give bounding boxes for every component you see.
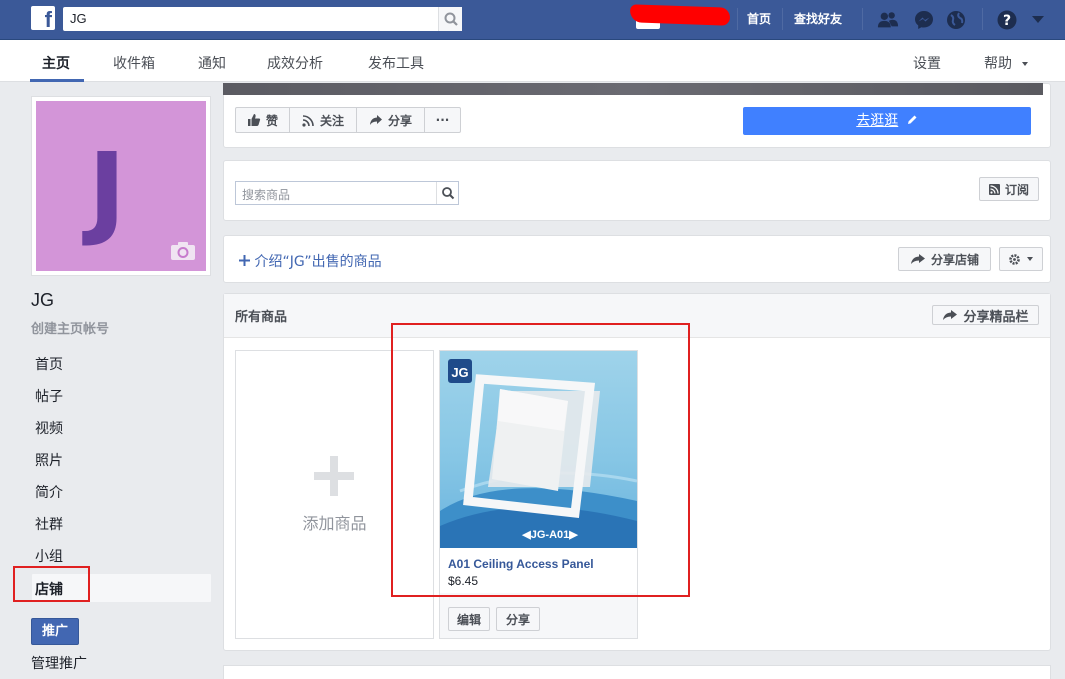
share-label: 分享 <box>387 113 412 128</box>
messenger-icon[interactable] <box>913 9 935 31</box>
shop-intro-link[interactable]: 介绍“JG”出售的商品 <box>239 251 382 271</box>
svg-text:?: ? <box>1003 13 1011 29</box>
visit-label: 去逛逛 <box>856 113 899 129</box>
follow-button[interactable]: 关注 <box>289 107 357 133</box>
gear-icon <box>1009 253 1020 265</box>
share-shop-button[interactable]: 分享店铺 <box>898 247 991 271</box>
search-icon <box>442 187 455 200</box>
tab-page[interactable]: 主页 <box>42 53 70 73</box>
subscribe-label: 订阅 <box>1004 182 1029 197</box>
facebook-logo[interactable]: f <box>31 6 55 30</box>
sidebar-item-community[interactable]: 社群 <box>35 514 63 534</box>
divider <box>862 8 863 30</box>
friend-requests-icon[interactable] <box>877 9 899 31</box>
camera-icon[interactable] <box>170 241 196 261</box>
active-tab-indicator <box>30 79 84 82</box>
subscribe-button[interactable]: 订阅 <box>979 177 1039 201</box>
search-button[interactable] <box>438 7 462 31</box>
divider <box>737 8 738 30</box>
all-products-title: 所有商品 <box>235 310 288 325</box>
more-options-button[interactable]: ··· <box>424 107 461 133</box>
next-card <box>223 665 1051 679</box>
help-label: 帮助 <box>984 56 1012 72</box>
sidebar-item-videos[interactable]: 视频 <box>35 418 63 438</box>
like-label: 赞 <box>265 113 278 128</box>
chevron-down-icon <box>1027 257 1033 261</box>
follow-label: 关注 <box>319 113 344 128</box>
rss-subscribe-icon <box>988 183 1000 195</box>
tab-publishing-tools[interactable]: 发布工具 <box>368 53 424 73</box>
manage-promotions-link[interactable]: 管理推广 <box>31 653 87 673</box>
tab-insights[interactable]: 成效分析 <box>267 53 323 73</box>
product-search-placeholder: 搜索商品 <box>242 188 291 202</box>
chevron-down-icon <box>1022 62 1029 66</box>
page-tabs-bar: 主页 收件箱 通知 成效分析 发布工具 设置 帮助 <box>0 40 1065 82</box>
edit-product-button[interactable]: 编辑 <box>448 607 490 631</box>
tab-notifications[interactable]: 通知 <box>198 53 226 73</box>
profile-picture[interactable]: J <box>31 96 211 276</box>
share-arrow-icon <box>910 254 925 264</box>
divider <box>982 8 983 30</box>
sidebar-item-about[interactable]: 简介 <box>35 482 63 502</box>
page-name[interactable]: JG <box>31 290 54 311</box>
pencil-icon <box>907 115 917 124</box>
annotation-highlight-box <box>391 323 690 597</box>
tab-help[interactable]: 帮助 <box>984 53 1029 73</box>
top-nav-home[interactable]: 首页 <box>747 10 771 27</box>
sidebar-item-groups[interactable]: 小组 <box>35 546 63 566</box>
plus-icon <box>314 456 354 496</box>
sidebar-item-photos[interactable]: 照片 <box>35 450 63 470</box>
notifications-globe-icon[interactable] <box>945 9 967 31</box>
shop-intro-label: 介绍“JG”出售的商品 <box>254 254 382 270</box>
share-arrow-icon <box>369 115 382 125</box>
search-icon <box>444 12 458 26</box>
sidebar-item-home[interactable]: 首页 <box>35 354 63 374</box>
visit-shop-button[interactable]: 去逛逛 <box>743 107 1031 135</box>
create-page-username-link[interactable]: 创建主页帐号 <box>31 318 109 337</box>
plus-icon <box>239 255 250 266</box>
share-shop-label: 分享店铺 <box>930 252 979 267</box>
cover-photo-strip <box>223 83 1043 95</box>
search-value: JG <box>70 11 87 26</box>
tab-settings[interactable]: 设置 <box>913 53 941 73</box>
promote-button[interactable]: 推广 <box>31 618 79 645</box>
shop-settings-button[interactable] <box>999 247 1043 271</box>
share-product-button[interactable]: 分享 <box>496 607 540 631</box>
rss-follow-icon <box>302 114 314 127</box>
like-button[interactable]: 赞 <box>235 107 290 133</box>
product-search-button[interactable] <box>436 182 458 204</box>
sidebar-item-posts[interactable]: 帖子 <box>35 386 63 406</box>
divider <box>782 8 783 30</box>
thumbs-up-icon <box>247 114 261 126</box>
share-page-button[interactable]: 分享 <box>356 107 425 133</box>
share-arrow-icon <box>943 310 958 320</box>
search-input[interactable]: JG <box>63 7 462 31</box>
top-nav-find-friends[interactable]: 查找好友 <box>794 10 842 27</box>
annotation-highlight-box <box>13 566 90 602</box>
redaction-mark <box>629 4 731 26</box>
avatar-image: J <box>36 101 206 271</box>
avatar-letter: J <box>88 131 126 250</box>
top-bar: f JG 首页 查找好友 ? <box>0 0 1065 40</box>
help-icon[interactable]: ? <box>996 9 1018 31</box>
share-featured-label: 分享精品栏 <box>963 309 1029 325</box>
share-featured-button[interactable]: 分享精品栏 <box>932 305 1039 325</box>
tab-inbox[interactable]: 收件箱 <box>113 53 155 73</box>
product-search-input[interactable]: 搜索商品 <box>235 181 459 205</box>
account-menu-chevron-icon[interactable] <box>1027 9 1049 31</box>
